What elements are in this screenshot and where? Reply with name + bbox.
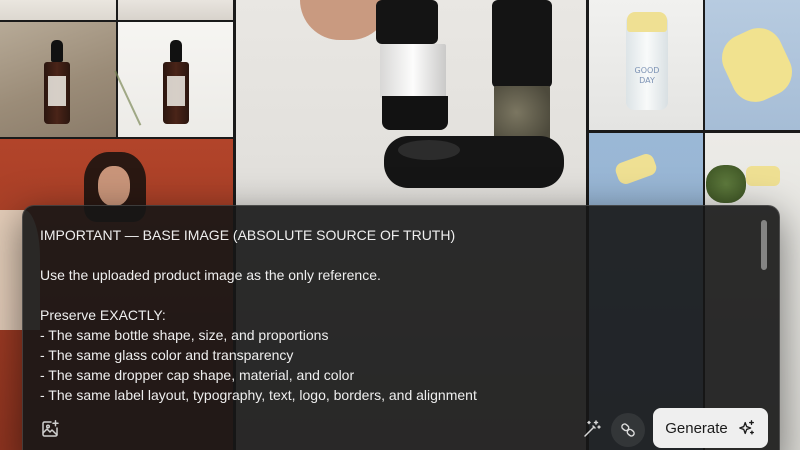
prompt-toolbar: Generate (23, 406, 779, 450)
grinder-top-image (376, 0, 438, 44)
add-image-button[interactable] (38, 417, 62, 441)
prompt-scrollbar[interactable] (761, 220, 767, 400)
enhance-prompt-button[interactable] (580, 417, 604, 441)
prompt-line: - The same label layout, typography, tex… (40, 387, 477, 403)
prompt-panel: IMPORTANT — BASE IMAGE (ABSOLUTE SOURCE … (22, 205, 780, 450)
jar-lid-image (746, 166, 780, 186)
prompt-line: Use the uploaded product image as the on… (40, 267, 381, 283)
serum-bottle-image (44, 40, 70, 124)
magic-wand-icon (582, 419, 602, 439)
prompt-input[interactable]: IMPORTANT — BASE IMAGE (ABSOLUTE SOURCE … (40, 225, 740, 405)
prompt-line: - The same dropper cap shape, material, … (40, 367, 355, 383)
image-plus-icon (40, 419, 60, 439)
gallery-tile[interactable] (0, 0, 116, 20)
reference-link-button[interactable] (611, 413, 645, 447)
prompt-scrollbar-thumb[interactable] (761, 220, 767, 270)
grinder-glass-image (380, 44, 446, 98)
plant-image (706, 165, 746, 203)
jar-lid-image (627, 12, 667, 32)
grinder-stand-hole-image (398, 140, 460, 160)
serum-bottle-image (163, 40, 189, 124)
generate-label: Generate (665, 419, 728, 437)
prompt-line: Preserve EXACTLY: (40, 307, 166, 323)
gallery-tile[interactable] (118, 0, 233, 20)
prompt-line (40, 285, 740, 305)
sparkles-icon (738, 419, 756, 437)
prompt-line: IMPORTANT — BASE IMAGE (ABSOLUTE SOURCE … (40, 227, 456, 243)
prompt-line: - The same glass color and transparency (40, 347, 294, 363)
jar-label-text: GOOD DAY (634, 66, 660, 85)
generate-button[interactable]: Generate (653, 408, 768, 448)
grinder-top-image (492, 0, 552, 88)
grinder-base-image (382, 96, 448, 130)
prompt-line (40, 245, 740, 265)
model-face-image (98, 166, 130, 206)
prompt-line: - The same bottle shape, size, and propo… (40, 327, 329, 343)
link-icon (619, 421, 637, 439)
